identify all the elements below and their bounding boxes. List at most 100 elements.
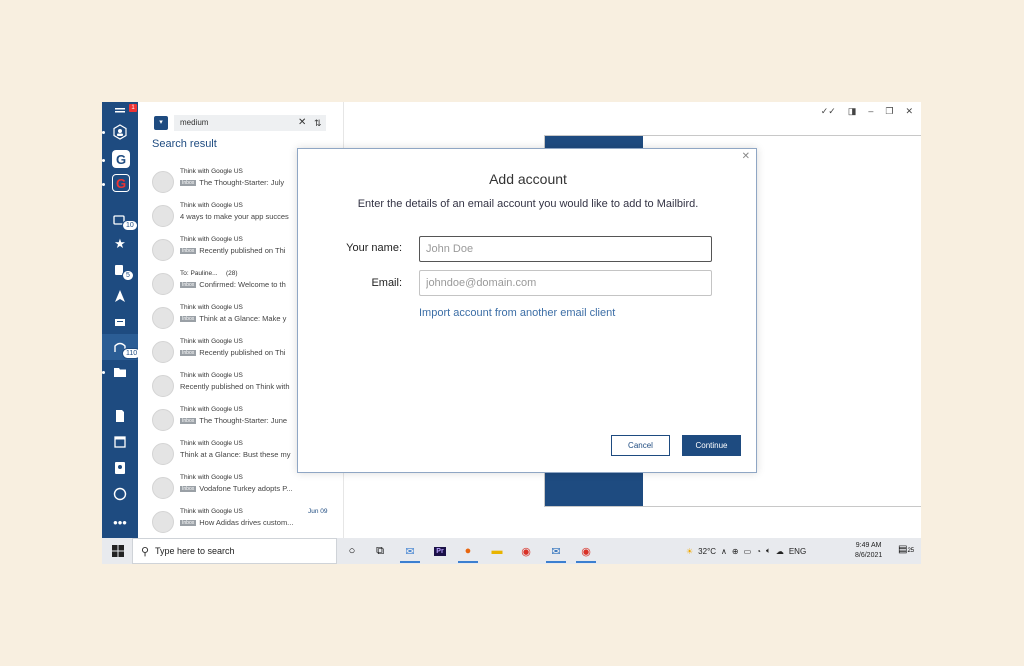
list-item[interactable]: Think with Google US Jun 09 Inbox How Adi… — [152, 508, 352, 538]
star-icon[interactable]: ★ — [108, 234, 132, 254]
close-icon[interactable]: ✕ — [905, 106, 913, 120]
chrome-icon[interactable]: ◉ — [516, 541, 536, 561]
inbox-tag: Inbox — [180, 350, 197, 356]
folder-icon[interactable] — [108, 362, 132, 382]
more-icon[interactable]: ••• — [108, 512, 132, 532]
filter-dropdown-button[interactable]: ▾ — [154, 116, 168, 130]
avatar — [152, 511, 174, 533]
calendar-icon[interactable] — [108, 432, 132, 452]
subject-line: Inbox How Adidas drives custom... — [180, 518, 298, 527]
subject-text: Vodafone Turkey adopts P... — [199, 484, 293, 493]
google-account-icon[interactable]: G — [112, 150, 130, 168]
all-mail-icon[interactable]: 110 — [108, 338, 142, 359]
show-hidden-icons-chevron-icon[interactable]: ∧ — [721, 547, 727, 556]
battery-icon[interactable]: ▭ — [744, 547, 752, 556]
subject-line: Think at a Glance: Bust these my — [180, 450, 298, 459]
email-label: Email: — [371, 277, 402, 289]
mailbird-icon[interactable]: ✉ — [400, 541, 420, 563]
name-label: Your name: — [346, 242, 402, 254]
subject-text: The Thought-Starter: June — [199, 416, 288, 425]
cortana-icon[interactable]: ○ — [342, 541, 362, 561]
rail-indicator — [102, 371, 105, 374]
sender-name: Think with Google US — [180, 338, 243, 345]
sender-name: Think with Google US — [180, 440, 243, 447]
system-tray: ☀ 32°C ∧ ⊕ ▭ ◔ 🔈︎ ☁ ENG — [686, 538, 806, 564]
google-account-alt-icon[interactable]: G — [112, 174, 130, 192]
inbox-tag: Inbox — [180, 316, 197, 322]
dialog-close-icon[interactable]: ✕ — [742, 151, 750, 162]
temperature[interactable]: 32°C — [698, 547, 716, 556]
drafts-icon[interactable]: 5 — [108, 260, 134, 281]
mail-icon[interactable]: ✉ — [546, 541, 566, 563]
minimize-icon[interactable]: – — [868, 106, 873, 120]
continue-button[interactable]: Continue — [682, 435, 741, 456]
subject-line: Inbox Confirmed: Welcome to th — [180, 280, 298, 289]
taskbar-search-placeholder: Type here to search — [155, 546, 235, 556]
volume-icon[interactable]: 🔈︎ — [766, 546, 771, 556]
notification-badge: 1 — [129, 104, 137, 112]
avatar — [152, 239, 174, 261]
premiere-logo: Pr — [434, 546, 446, 556]
rail-indicator — [102, 159, 105, 162]
inbox-tag: Inbox — [180, 418, 197, 424]
archive-icon[interactable] — [108, 312, 132, 332]
contacts-icon[interactable] — [108, 458, 132, 478]
email-field[interactable] — [419, 270, 712, 296]
active-app-indicator — [400, 561, 420, 563]
sender-name: Think with Google US — [180, 474, 243, 481]
notification-center-icon[interactable]: ▤25 — [898, 544, 914, 555]
people-hex-icon[interactable] — [108, 122, 132, 142]
send-icon[interactable] — [108, 286, 132, 306]
rail-indicator — [102, 183, 105, 186]
mark-read-icon[interactable]: ✓✓ — [821, 106, 836, 120]
whatsapp-icon[interactable] — [108, 484, 132, 504]
message-date: Jun 09 — [308, 508, 328, 515]
sender-name: To: Pauline... — [180, 270, 218, 277]
sender-name: Think with Google US — [180, 202, 243, 209]
firefox-icon[interactable]: ● — [458, 541, 478, 563]
sender-name: Think with Google US — [180, 304, 243, 311]
file-explorer-icon[interactable]: ▬ — [487, 541, 507, 561]
inbox-icon[interactable]: 10 — [108, 210, 138, 231]
windows-start-icon[interactable] — [112, 545, 124, 557]
premiere-icon[interactable]: Pr — [430, 541, 450, 561]
taskbar-search-box[interactable]: ⚲ Type here to search — [132, 538, 337, 564]
avatar — [152, 409, 174, 431]
subject-text: Recently published on Think with — [180, 382, 290, 391]
cancel-button[interactable]: Cancel — [611, 435, 670, 456]
subject-text: 4 ways to make your app succes — [180, 212, 289, 221]
list-item[interactable]: Think with Google US Inbox Vodafone Turke… — [152, 474, 352, 504]
subject-text: Recently published on Thi — [199, 348, 286, 357]
dialog-subtitle: Enter the details of an email account yo… — [357, 198, 699, 210]
cloud-icon[interactable]: ☁ — [776, 547, 784, 556]
task-view-icon[interactable]: ⧉ — [370, 541, 390, 561]
subject-text: How Adidas drives custom... — [199, 518, 294, 527]
window-toggle-icon[interactable]: ◨ — [848, 106, 857, 120]
avatar — [152, 443, 174, 465]
search-icon: ⚲ — [141, 546, 150, 558]
import-account-link[interactable]: Import account from another email client — [419, 307, 615, 319]
chrome-profile-icon[interactable]: ◉ — [576, 541, 596, 563]
account-rail: 1 G G 10 ★ 5 110 ••• — [102, 102, 142, 538]
weather-icon: ☀ — [686, 546, 694, 556]
drafts-count-badge: 5 — [122, 270, 134, 281]
avatar — [152, 205, 174, 227]
language-indicator[interactable]: ENG — [789, 547, 806, 556]
sort-icon[interactable]: ⇅ — [314, 115, 326, 131]
tray-app-icon[interactable]: ⊕ — [732, 547, 739, 556]
inbox-tag: Inbox — [180, 520, 197, 526]
clear-search-icon[interactable]: ✕ — [298, 115, 310, 131]
menu-icon[interactable]: 1 — [108, 102, 137, 122]
document-icon[interactable] — [108, 406, 132, 426]
avatar — [152, 307, 174, 329]
subject-line: Inbox Think at a Glance: Make y — [180, 314, 298, 323]
name-field[interactable] — [419, 236, 712, 262]
subject-line: Inbox The Thought-Starter: June — [180, 416, 298, 425]
avatar — [152, 171, 174, 193]
inbox-tag: Inbox — [180, 180, 197, 186]
network-icon[interactable]: ◔ — [756, 547, 761, 556]
desktop-screen: 1 G G 10 ★ 5 110 ••• ▾ medium ✕ ⇅ Search… — [102, 102, 921, 564]
restore-icon[interactable]: ❐ — [885, 106, 893, 120]
taskbar-clock[interactable]: 9:49 AM 8/6/2021 — [855, 541, 882, 561]
subject-line: Inbox The Thought-Starter: July — [180, 178, 298, 187]
